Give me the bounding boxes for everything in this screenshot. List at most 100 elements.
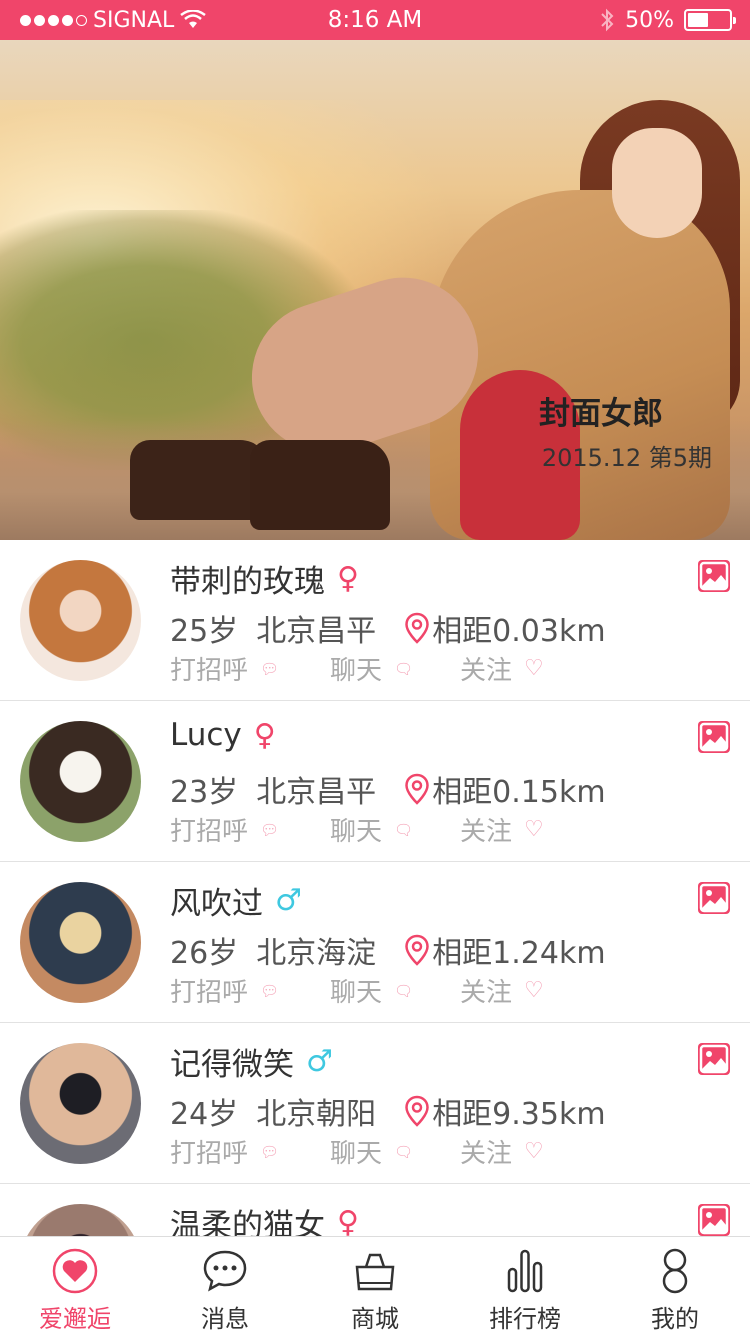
tab-mall[interactable]: 商城	[300, 1237, 450, 1334]
tab-encounter[interactable]: 爱邂逅	[0, 1237, 150, 1334]
greet-bubble-icon: 💬︎	[260, 820, 280, 839]
avatar[interactable]	[20, 882, 141, 1003]
follow-button[interactable]: 关注 ♡	[460, 811, 544, 848]
greet-bubble-icon: 💬︎	[260, 981, 280, 1000]
avatar[interactable]	[20, 560, 141, 681]
list-item[interactable]: Lucy ♀ 23岁 北京昌平 相距0.15km 打招呼 💬︎ 聊天 🗨︎ 关注 ♡	[0, 701, 750, 862]
user-list[interactable]: 带刺的玫瑰 ♀ 25岁 北京昌平 相距0.03km 打招呼 💬︎ 聊天 🗨︎ 关注 ♡ Lucy ♀ 23…	[0, 540, 750, 1236]
cover-girl-banner[interactable]: 封面女郎 2015.12 第5期	[0, 40, 750, 540]
heart-icon	[52, 1248, 98, 1294]
action-row: 打招呼 💬︎ 聊天 🗨︎ 关注 ♡	[170, 1133, 544, 1170]
distance-text: 相距9.35km	[432, 1097, 606, 1132]
photo-album-icon[interactable]	[698, 560, 730, 592]
follow-label: 关注	[460, 656, 513, 686]
user-name: 温柔的猫女	[170, 1208, 325, 1236]
female-gender-icon: ♀	[337, 561, 359, 596]
follow-button[interactable]: 关注 ♡	[460, 1133, 544, 1170]
male-gender-icon: ♂	[275, 883, 302, 918]
bluetooth-icon	[601, 8, 614, 32]
greet-label: 打招呼	[170, 1139, 249, 1169]
user-name-row: 温柔的猫女 ♀	[170, 1200, 359, 1236]
user-info-row: 24岁 北京朝阳 相距9.35km	[170, 1089, 606, 1133]
photo-album-icon[interactable]	[698, 1204, 730, 1236]
greet-label: 打招呼	[170, 978, 249, 1008]
user-name-row: 记得微笑 ♂	[170, 1039, 333, 1084]
avatar[interactable]	[20, 721, 141, 842]
user-name: Lucy	[170, 717, 242, 753]
avatar[interactable]	[20, 1043, 141, 1164]
photo-album-icon[interactable]	[698, 721, 730, 753]
user-location: 北京朝阳	[256, 1097, 377, 1132]
follow-button[interactable]: 关注 ♡	[460, 972, 544, 1009]
chat-label: 聊天	[330, 1139, 383, 1169]
user-name: 风吹过	[170, 886, 263, 922]
list-item[interactable]: 记得微笑 ♂ 24岁 北京朝阳 相距9.35km 打招呼 💬︎ 聊天 🗨︎ 关注 ♡	[0, 1023, 750, 1184]
user-age: 26岁	[170, 936, 239, 971]
user-name-row: Lucy ♀	[170, 717, 276, 753]
list-item[interactable]: 温柔的猫女 ♀	[0, 1184, 750, 1236]
list-item[interactable]: 风吹过 ♂ 26岁 北京海淀 相距1.24km 打招呼 💬︎ 聊天 🗨︎ 关注 ♡	[0, 862, 750, 1023]
greet-label: 打招呼	[170, 817, 249, 847]
user-location: 北京昌平	[256, 775, 377, 810]
female-gender-icon: ♀	[337, 1205, 359, 1236]
greet-button[interactable]: 打招呼 💬︎	[170, 650, 330, 687]
chat-label: 聊天	[330, 656, 383, 686]
location-pin-icon	[405, 934, 429, 966]
chat-bubbles-icon: 🗨︎	[394, 659, 414, 678]
photo-album-icon[interactable]	[698, 882, 730, 914]
tab-messages[interactable]: 消息	[150, 1237, 300, 1334]
bar-chart-icon	[507, 1249, 543, 1293]
avatar[interactable]	[20, 1204, 141, 1236]
user-location: 北京昌平	[256, 614, 377, 649]
action-row: 打招呼 💬︎ 聊天 🗨︎ 关注 ♡	[170, 650, 544, 687]
greet-bubble-icon: 💬︎	[260, 1142, 280, 1161]
chat-button[interactable]: 聊天 🗨︎	[330, 1133, 460, 1170]
user-age: 23岁	[170, 775, 239, 810]
distance: 相距9.35km	[404, 1089, 606, 1133]
location-pin-icon	[405, 1095, 429, 1127]
list-item[interactable]: 带刺的玫瑰 ♀ 25岁 北京昌平 相距0.03km 打招呼 💬︎ 聊天 🗨︎ 关注 ♡	[0, 540, 750, 701]
tab-label: 消息	[201, 1305, 249, 1333]
chat-button[interactable]: 聊天 🗨︎	[330, 972, 460, 1009]
action-row: 打招呼 💬︎ 聊天 🗨︎ 关注 ♡	[170, 811, 544, 848]
chat-button[interactable]: 聊天 🗨︎	[330, 811, 460, 848]
user-name: 带刺的玫瑰	[170, 564, 325, 600]
tab-ranking[interactable]: 排行榜	[450, 1237, 600, 1334]
user-location: 北京海淀	[256, 936, 377, 971]
user-name-row: 带刺的玫瑰 ♀	[170, 556, 359, 601]
user-info-row: 26岁 北京海淀 相距1.24km	[170, 928, 606, 972]
battery-icon	[684, 9, 736, 31]
heart-outline-icon: ♡	[524, 1139, 544, 1164]
user-info-row: 23岁 北京昌平 相距0.15km	[170, 767, 606, 811]
chat-bubbles-icon: 🗨︎	[394, 820, 414, 839]
distance-text: 相距1.24km	[432, 936, 606, 971]
location-pin-icon	[405, 612, 429, 644]
follow-label: 关注	[460, 1139, 513, 1169]
user-name-row: 风吹过 ♂	[170, 878, 302, 923]
follow-button[interactable]: 关注 ♡	[460, 650, 544, 687]
shopping-bag-icon	[355, 1253, 395, 1291]
heart-outline-icon: ♡	[524, 978, 544, 1003]
follow-label: 关注	[460, 978, 513, 1008]
greet-button[interactable]: 打招呼 💬︎	[170, 972, 330, 1009]
chat-label: 聊天	[330, 817, 383, 847]
action-row: 打招呼 💬︎ 聊天 🗨︎ 关注 ♡	[170, 972, 544, 1009]
banner-issue: 2015.12 第5期	[541, 444, 712, 472]
distance: 相距0.15km	[404, 767, 606, 811]
greet-bubble-icon: 💬︎	[260, 659, 280, 678]
tab-profile[interactable]: 我的	[600, 1237, 750, 1334]
greet-button[interactable]: 打招呼 💬︎	[170, 1133, 330, 1170]
tab-label: 排行榜	[489, 1305, 561, 1333]
user-info-row: 25岁 北京昌平 相距0.03km	[170, 606, 606, 650]
user-age: 25岁	[170, 614, 239, 649]
photo-album-icon[interactable]	[698, 1043, 730, 1075]
greet-button[interactable]: 打招呼 💬︎	[170, 811, 330, 848]
battery-group: 50%	[599, 7, 736, 33]
tab-label: 我的	[651, 1305, 699, 1333]
chat-button[interactable]: 聊天 🗨︎	[330, 650, 460, 687]
heart-outline-icon: ♡	[524, 817, 544, 842]
chat-bubble-icon	[203, 1250, 247, 1292]
battery-percent: 50%	[625, 7, 674, 33]
distance: 相距0.03km	[404, 606, 606, 650]
location-pin-icon	[405, 773, 429, 805]
